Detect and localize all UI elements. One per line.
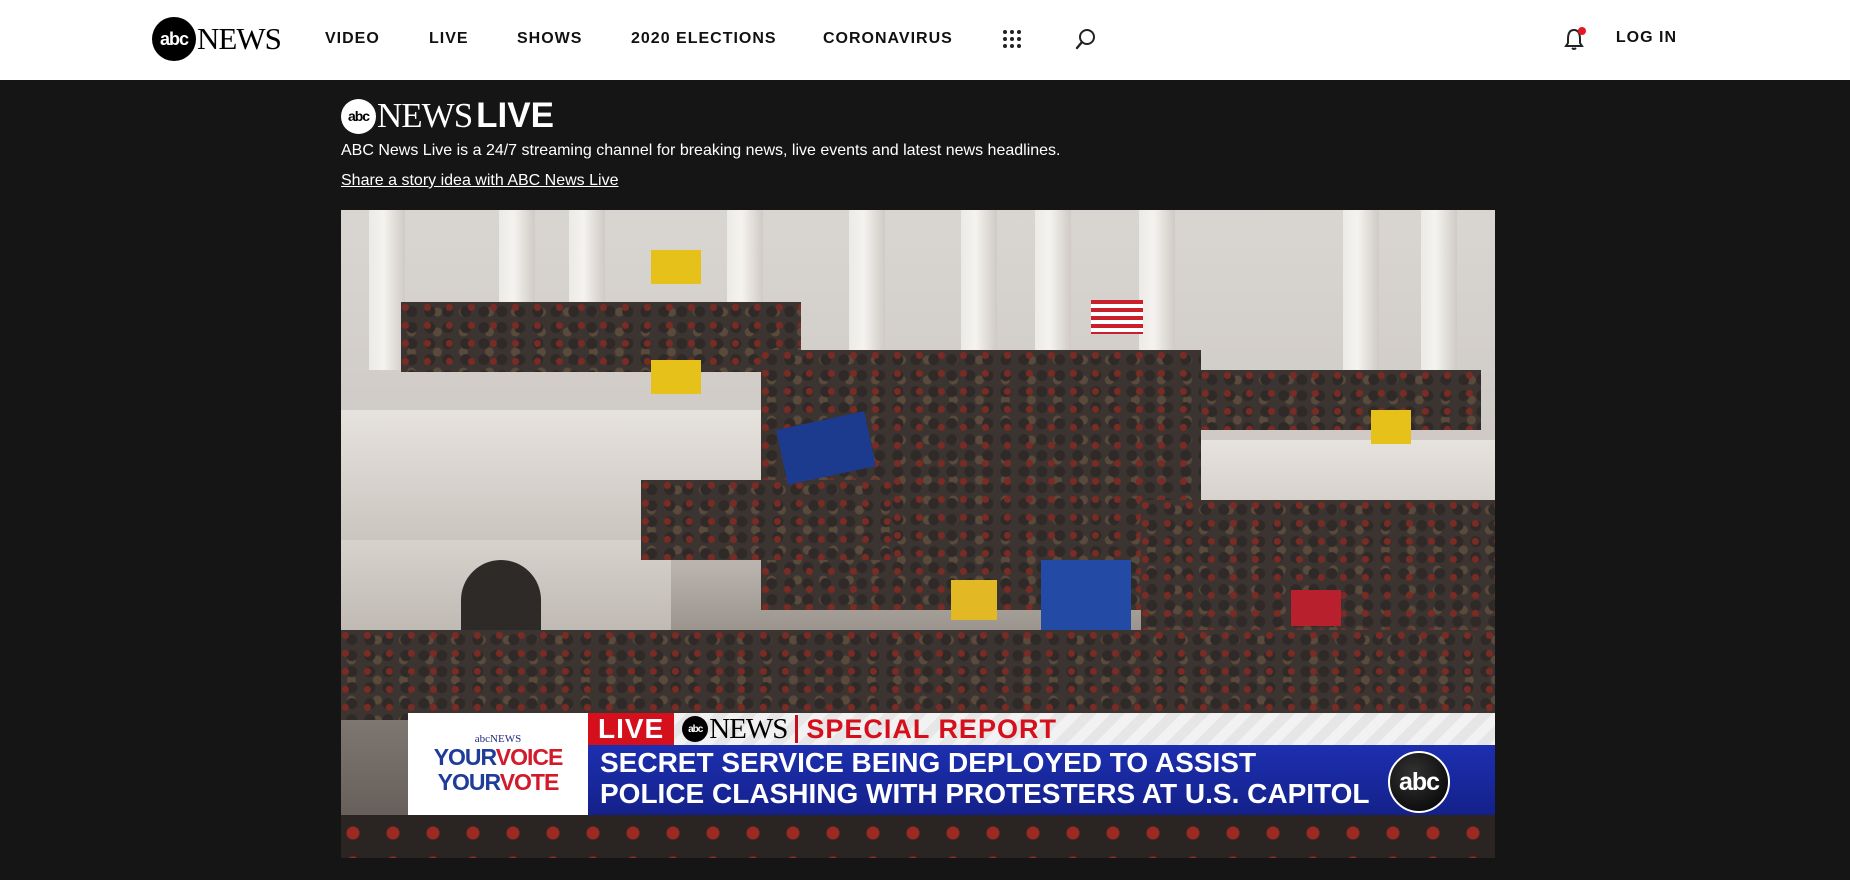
live-description: ABC News Live is a 24/7 streaming channe… [341, 142, 1061, 159]
share-story-link[interactable]: Share a story idea with ABC News Live [341, 172, 618, 190]
live-video-player[interactable]: abcNEWS YOURVOICE YOURVOTE LIVE abc NEWS… [341, 210, 1495, 858]
abc-news-live-logo: abc NEWS LIVE [341, 96, 554, 136]
nav-item-label: LIVE [429, 30, 469, 47]
yv-line2-b: VOTE [499, 769, 560, 795]
abc-logo-circle: abc [682, 716, 709, 742]
video-bottom-crowd [341, 815, 1495, 858]
notifications-button[interactable] [1560, 24, 1590, 54]
chyron-abc-news-logo: abc NEWS [674, 713, 795, 746]
nav-item-shows[interactable]: SHOWS [517, 0, 582, 78]
abc-news-logo[interactable]: abc NEWS [152, 17, 282, 61]
abc-corner-logo: abc [1388, 751, 1450, 813]
nav-item-2020-elections[interactable]: 2020 ELECTIONS [631, 0, 777, 78]
headline-line-1: SECRET SERVICE BEING DEPLOYED TO ASSIST [600, 747, 1257, 778]
headline-line-2: POLICE CLASHING WITH PROTESTERS AT U.S. … [600, 778, 1370, 809]
search-icon [1075, 29, 1095, 50]
chyron-top-row: LIVE abc NEWS SPECIAL REPORT [588, 713, 1495, 745]
nav-item-label: 2020 ELECTIONS [631, 30, 777, 47]
nav-item-coronavirus[interactable]: CORONAVIRUS [823, 0, 953, 78]
search-button[interactable] [1071, 24, 1101, 54]
top-navigation-bar: abc NEWS VIDEO LIVE SHOWS 2020 ELECTIONS… [0, 0, 1850, 80]
nav-item-label: VIDEO [325, 30, 380, 47]
bell-icon [1564, 27, 1586, 50]
news-wordmark: NEWS [197, 21, 282, 56]
log-in-link[interactable]: LOG IN [1616, 29, 1677, 47]
yv-line1-a: YOUR [433, 744, 497, 770]
grid-menu-button[interactable] [997, 24, 1027, 54]
grid-icon [1003, 30, 1021, 48]
live-wordmark: LIVE [476, 96, 554, 135]
news-chyron: abcNEWS YOURVOICE YOURVOTE LIVE abc NEWS… [408, 713, 1495, 815]
special-report-label: SPECIAL REPORT [806, 713, 1057, 744]
news-wordmark: NEWS [377, 96, 473, 135]
live-badge: LIVE [588, 713, 675, 745]
your-voice-your-vote-badge: abcNEWS YOURVOICE YOURVOTE [408, 713, 588, 815]
chyron-headline: SECRET SERVICE BEING DEPLOYED TO ASSIST … [588, 745, 1495, 815]
abc-logo-circle: abc [341, 98, 376, 134]
abc-logo-circle: abc [152, 17, 196, 61]
yv-line2-a: YOUR [437, 769, 501, 795]
nav-item-video[interactable]: VIDEO [325, 0, 380, 78]
yv-line1-b: VOICE [495, 744, 564, 770]
nav-item-live[interactable]: LIVE [429, 0, 469, 78]
nav-item-label: SHOWS [517, 30, 583, 47]
news-wordmark: NEWS [709, 712, 788, 745]
nav-item-label: CORONAVIRUS [823, 30, 953, 47]
notification-dot [1578, 27, 1586, 35]
